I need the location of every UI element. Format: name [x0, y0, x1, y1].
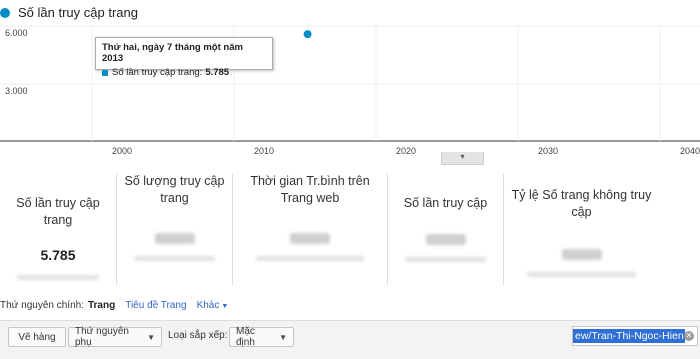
scorecard-value	[561, 249, 602, 260]
scorecard[interactable]: Tỷ lệ Số trang không truy cập	[504, 173, 659, 285]
line-chart	[0, 25, 700, 142]
scorecard-label: Thời gian Tr.bình trên Trang web	[250, 174, 370, 205]
scorecard-label: Số lượng truy cập trang	[124, 174, 225, 205]
scorecard-subtext	[527, 272, 636, 277]
scorecard-value	[154, 233, 195, 244]
scorecard-subtext	[17, 275, 99, 280]
clear-search-icon[interactable]: ✕	[684, 331, 694, 341]
chart-tooltip: Thứ hai, ngày 7 tháng một năm 2013 Số lầ…	[95, 37, 273, 78]
sort-type-dropdown[interactable]: Mặc định ▼	[229, 326, 294, 348]
scorecard[interactable]: Số lần truy cập	[388, 173, 504, 285]
primary-dimension-row: Thứ nguyên chính: Trang Tiêu đề Trang Kh…	[0, 300, 238, 311]
x-tick-label: 2000	[111, 146, 133, 156]
dimension-page-title[interactable]: Tiêu đề Trang	[125, 300, 186, 311]
scorecard-value: 5.785	[40, 247, 76, 263]
plot-rows-button[interactable]: Vẽ hàng	[8, 327, 66, 347]
chart-area: Số lần truy cập trang 6.000 3.000 2000 2…	[0, 0, 700, 165]
scorecards: Số lần truy cập trang 5.785 Số lượng tru…	[0, 163, 700, 293]
x-tick-label: 2040	[679, 146, 700, 156]
scorecard-value	[290, 233, 330, 244]
data-point[interactable]	[303, 30, 312, 39]
dimension-page[interactable]: Trang	[88, 300, 115, 311]
scorecard-label: Tỷ lệ Số trang không truy cập	[511, 188, 652, 219]
y-tick-label: 3.000	[5, 86, 28, 96]
search-input-value: ew/Tran-Thi-Ngoc-Hien	[573, 329, 685, 343]
search-input[interactable]: ew/Tran-Thi-Ngoc-Hien ✕	[572, 326, 698, 346]
dimension-other-dropdown[interactable]: Khác ▼	[197, 300, 229, 311]
x-tick-label: 2030	[537, 146, 559, 156]
sort-type-value: Mặc định	[236, 326, 255, 348]
scorecard-label: Số lần truy cập	[403, 196, 488, 210]
dimension-other-label: Khác	[196, 300, 220, 311]
y-tick-label: 6.000	[5, 28, 28, 38]
scorecard-label: Số lần truy cập trang	[16, 196, 100, 227]
scorecard-subtext	[256, 256, 364, 261]
sort-type-label: Loại sắp xếp:	[168, 330, 228, 341]
tooltip-value: 5.785	[205, 67, 230, 78]
x-tick-label: 2010	[253, 146, 275, 156]
x-tick-label: 2020	[395, 146, 417, 156]
dropdown-arrow-icon: ▼	[147, 332, 155, 342]
scorecard[interactable]: Số lượng truy cập trang	[117, 173, 233, 285]
table-toolbar: Vẽ hàng Thứ nguyên phụ ▼ Loại sắp xếp: M…	[0, 320, 700, 359]
secondary-dimension-label: Thứ nguyên phụ	[75, 326, 129, 348]
dropdown-arrow-icon: ▼	[279, 332, 287, 342]
secondary-dimension-dropdown[interactable]: Thứ nguyên phụ ▼	[68, 326, 162, 348]
scorecard-subtext	[405, 257, 486, 262]
scorecard-value	[425, 234, 466, 245]
scorecard-subtext	[134, 256, 215, 261]
series-square-icon	[102, 69, 108, 76]
scorecard[interactable]: Thời gian Tr.bình trên Trang web	[233, 173, 388, 285]
tooltip-date: Thứ hai, ngày 7 tháng một năm 2013	[102, 42, 243, 64]
chevron-down-icon: ▼	[221, 303, 229, 310]
scorecard[interactable]: Số lần truy cập trang 5.785	[0, 173, 117, 285]
tooltip-series: Số lần truy cập trang:	[112, 67, 203, 78]
primary-dimension-label: Thứ nguyên chính:	[0, 300, 84, 311]
